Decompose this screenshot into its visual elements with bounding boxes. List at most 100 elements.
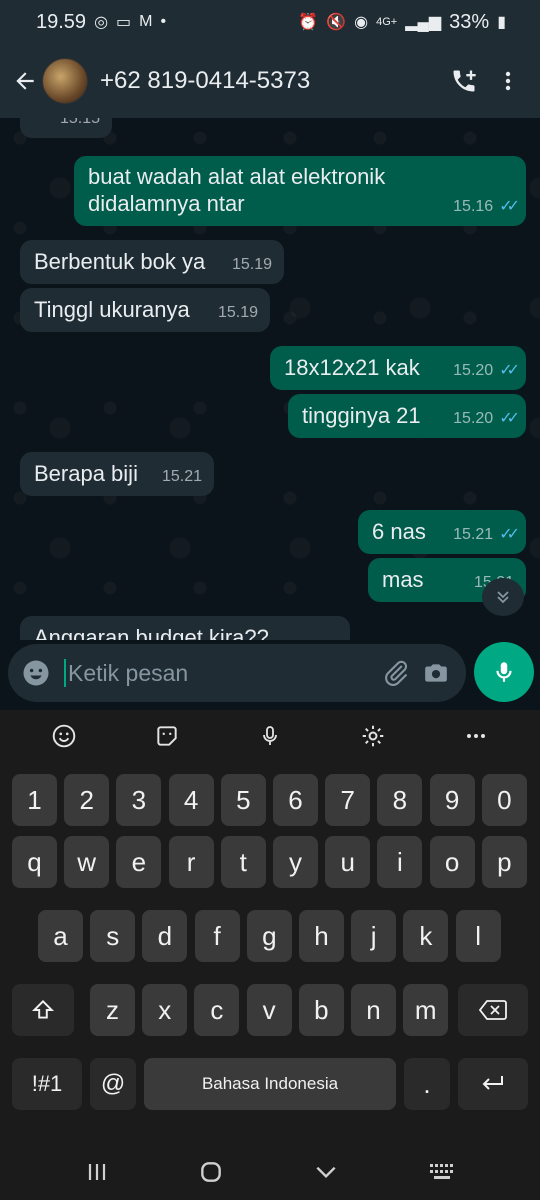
message-time: 15.21 — [453, 526, 494, 543]
key-m[interactable]: m — [403, 984, 449, 1036]
message-meta: 15.16 ✓✓ — [453, 193, 520, 220]
key-q[interactable]: q — [12, 836, 57, 888]
period-key[interactable]: . — [404, 1058, 450, 1110]
keyboard-switch-icon[interactable] — [428, 1161, 456, 1189]
key-s[interactable]: s — [90, 910, 136, 962]
camera-icon[interactable] — [416, 653, 456, 693]
enter-icon — [482, 1076, 503, 1090]
key-f[interactable]: f — [194, 910, 240, 962]
key-i[interactable]: i — [377, 836, 423, 888]
read-receipt-icon: ✓✓ — [499, 362, 520, 379]
message-bubble-outgoing[interactable]: tingginya 21 15.20 ✓✓ — [288, 394, 526, 438]
message-composer: Ketik pesan — [0, 640, 540, 708]
laptop-icon: ▭ — [116, 14, 132, 31]
key-8[interactable]: 8 — [377, 774, 423, 826]
key-l[interactable]: l — [455, 910, 501, 962]
key-2[interactable]: 2 — [64, 774, 110, 826]
message-bubble-outgoing[interactable]: 6 nas 15.21 ✓✓ — [358, 510, 526, 554]
key-t[interactable]: t — [220, 836, 266, 888]
message-meta: 15.20 ✓✓ — [453, 405, 520, 432]
hotspot-icon: ◉ — [354, 14, 369, 31]
status-time: 19.59 — [36, 10, 87, 33]
space-key[interactable]: Bahasa Indonesia — [144, 1058, 396, 1110]
key-3[interactable]: 3 — [116, 774, 162, 826]
read-receipt-icon: ✓✓ — [499, 198, 520, 215]
message-bubble-incoming[interactable]: Berbentuk bok ya 15.19 — [20, 240, 284, 284]
key-9[interactable]: 9 — [429, 774, 475, 826]
key-n[interactable]: n — [351, 984, 396, 1036]
emoji-icon[interactable] — [18, 655, 54, 691]
key-z[interactable]: z — [90, 984, 135, 1036]
key-w[interactable]: w — [64, 836, 110, 888]
symbols-key[interactable]: !#1 — [12, 1058, 82, 1110]
message-bubble-incoming[interactable]: Tinggl ukuranya 15.19 — [20, 288, 270, 332]
key-k[interactable]: k — [403, 910, 449, 962]
message-bubble-outgoing[interactable]: buat wadah alat alat elektronik didalamn… — [74, 156, 526, 226]
message-bubble-incoming[interactable]: Anggaran budget kira?? — [20, 616, 350, 640]
attach-icon[interactable] — [376, 653, 416, 693]
key-5[interactable]: 5 — [220, 774, 266, 826]
key-u[interactable]: u — [325, 836, 371, 888]
key-1[interactable]: 1 — [12, 774, 57, 826]
key-d[interactable]: d — [142, 910, 188, 962]
voice-input-icon[interactable] — [250, 716, 290, 756]
key-o[interactable]: o — [429, 836, 475, 888]
text-caret — [64, 659, 66, 687]
key-6[interactable]: 6 — [273, 774, 318, 826]
key-r[interactable]: r — [168, 836, 214, 888]
key-4[interactable]: 4 — [168, 774, 214, 826]
status-bar: 19.59 ◎ ▭ M • ⏰ 🔇 ◉ 4G+ ▂▄▆ 33% ▮ — [0, 0, 540, 44]
more-options-icon[interactable] — [456, 716, 496, 756]
home-icon[interactable] — [198, 1159, 224, 1192]
emoji-keyboard-icon[interactable] — [44, 716, 84, 756]
at-key[interactable]: @ — [90, 1058, 136, 1110]
message-bubble-incoming[interactable]: 15.15 — [20, 118, 112, 138]
key-v[interactable]: v — [246, 984, 292, 1036]
add-call-icon[interactable] — [442, 59, 486, 103]
enter-key[interactable] — [458, 1058, 528, 1110]
message-input-box[interactable]: Ketik pesan — [8, 644, 466, 702]
system-navigation-bar — [0, 1150, 540, 1200]
recent-apps-icon[interactable] — [85, 1160, 109, 1191]
key-7[interactable]: 7 — [325, 774, 371, 826]
key-p[interactable]: p — [481, 836, 527, 888]
contact-name[interactable]: +62 819-0414-5373 — [100, 67, 442, 95]
scroll-to-bottom-button[interactable] — [482, 578, 524, 616]
on-screen-keyboard: 1234567890 qwertyuiop asdfghjkl zxcvbnm … — [0, 710, 540, 1150]
key-j[interactable]: j — [351, 910, 397, 962]
back-arrow-icon[interactable] — [10, 66, 40, 96]
message-text: Anggaran budget kira?? — [34, 625, 269, 640]
battery-icon: ▮ — [497, 14, 506, 31]
mute-icon: 🔇 — [326, 14, 347, 31]
battery-level: 33% — [449, 10, 490, 33]
message-time: 15.20 — [453, 362, 494, 379]
key-g[interactable]: g — [246, 910, 292, 962]
message-time: 15.21 — [161, 468, 202, 485]
backspace-key[interactable] — [458, 984, 528, 1036]
key-h[interactable]: h — [299, 910, 344, 962]
shift-key[interactable] — [12, 984, 74, 1036]
keyboard-settings-icon[interactable] — [353, 716, 393, 756]
voice-message-button[interactable] — [474, 642, 534, 702]
key-e[interactable]: e — [116, 836, 162, 888]
back-nav-icon[interactable] — [313, 1159, 339, 1192]
key-b[interactable]: b — [298, 984, 344, 1036]
key-c[interactable]: c — [194, 984, 240, 1036]
chat-messages-area[interactable]: 15.15 buat wadah alat alat elektronik di… — [0, 118, 540, 640]
key-0[interactable]: 0 — [481, 774, 527, 826]
contact-avatar[interactable] — [42, 58, 88, 104]
more-options-icon[interactable] — [486, 59, 530, 103]
key-a[interactable]: a — [38, 910, 83, 962]
network-type: 4G+ — [376, 16, 398, 28]
alarm-icon: ⏰ — [298, 14, 319, 31]
key-y[interactable]: y — [273, 836, 318, 888]
sticker-icon[interactable] — [147, 716, 187, 756]
message-bubble-incoming[interactable]: Berapa biji 15.21 — [20, 452, 214, 496]
message-time: 15.16 — [453, 198, 494, 215]
gmail-icon: M — [139, 13, 153, 30]
key-x[interactable]: x — [142, 984, 188, 1036]
message-bubble-outgoing[interactable]: 18x12x21 kak 15.20 ✓✓ — [270, 346, 526, 390]
message-input[interactable]: Ketik pesan — [68, 660, 376, 687]
double-chevron-down-icon — [497, 591, 509, 604]
microphone-icon — [496, 662, 512, 682]
